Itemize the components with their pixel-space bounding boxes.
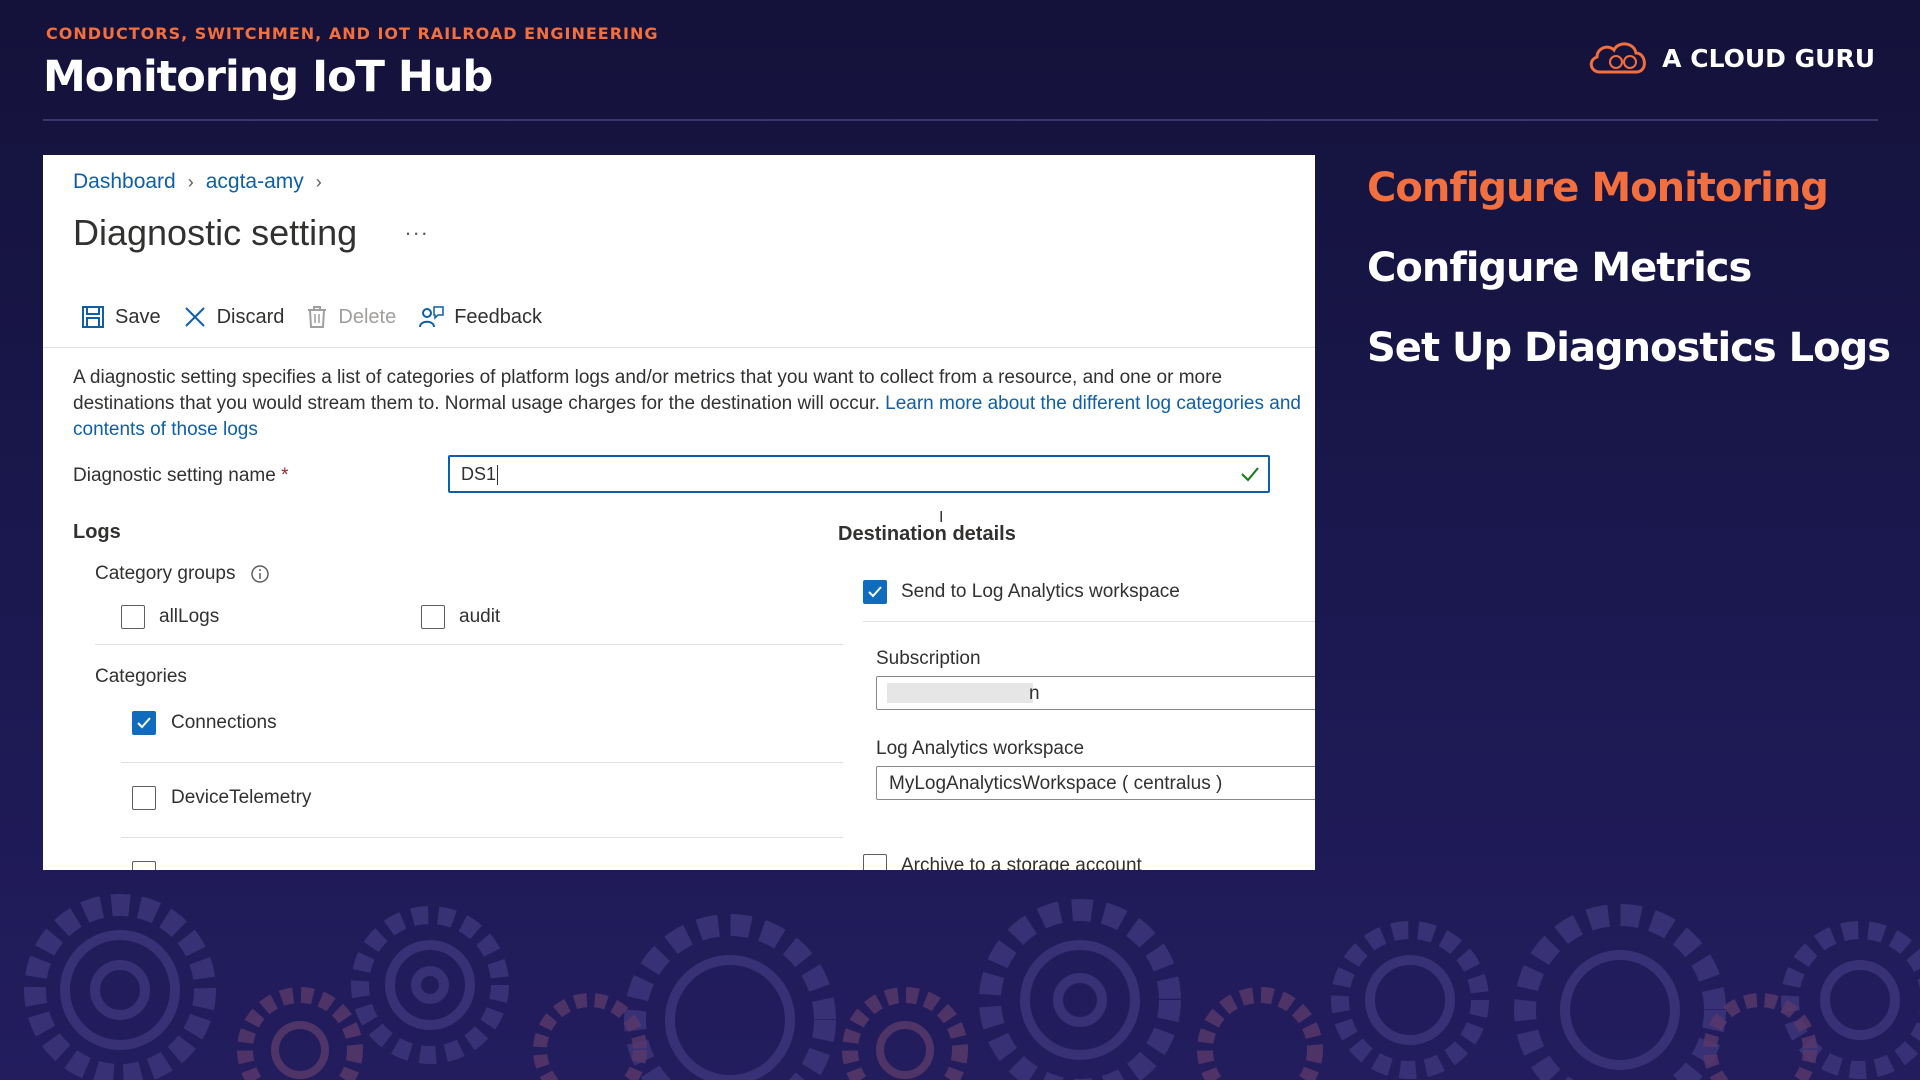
breadcrumb: Dashboard › acgta-amy ›	[73, 170, 322, 194]
connections-label: Connections	[171, 712, 277, 733]
destination-heading: Destination details	[838, 523, 1016, 545]
subscription-label: Subscription	[876, 648, 981, 669]
devicetelemetry-label: DeviceTelemetry	[171, 787, 312, 808]
breadcrumb-dashboard[interactable]: Dashboard	[73, 170, 176, 194]
setting-name-label: Diagnostic setting name *	[73, 465, 288, 487]
category-checkbox-partial[interactable]	[132, 861, 156, 870]
send-to-log-analytics-label: Send to Log Analytics workspace	[901, 581, 1180, 602]
devicetelemetry-checkbox[interactable]	[132, 786, 156, 810]
topic-configure-metrics: Configure Metrics	[1367, 245, 1752, 291]
course-label: CONDUCTORS, SWITCHMEN, AND IOT RAILROAD …	[46, 24, 659, 43]
chevron-right-icon: ›	[315, 171, 322, 192]
redacted-value	[887, 683, 1033, 703]
archive-label: Archive to a storage account	[901, 855, 1142, 870]
lesson-title: Monitoring IoT Hub	[43, 52, 493, 102]
setting-name-label-text: Diagnostic setting name	[73, 465, 276, 486]
category-groups-divider	[95, 644, 843, 645]
trash-icon	[308, 306, 327, 328]
info-icon[interactable]	[250, 564, 270, 584]
topic-list: Configure Monitoring Configure Metrics S…	[1367, 165, 1891, 405]
cloud-icon	[1590, 42, 1647, 74]
category-groups-label: Category groups	[95, 563, 236, 584]
alllogs-checkbox[interactable]	[121, 605, 145, 629]
setting-name-input[interactable]: DS1	[448, 455, 1270, 493]
chevron-right-icon: ›	[187, 171, 194, 192]
send-to-log-analytics-checkbox[interactable]	[863, 580, 887, 604]
command-bar: Save Discard Delete Feedback	[81, 305, 564, 329]
delete-label: Delete	[338, 305, 397, 328]
destination-divider	[863, 621, 1315, 622]
subscription-value: n	[1029, 683, 1040, 704]
feedback-button[interactable]: Feedback	[418, 305, 542, 329]
checkmark-icon	[1241, 467, 1259, 482]
feedback-icon	[419, 306, 444, 328]
brand-logo: A CLOUD GURU	[1586, 38, 1875, 78]
workspace-label: Log Analytics workspace	[876, 738, 1085, 759]
feedback-label: Feedback	[454, 305, 543, 328]
text-caret	[497, 465, 499, 486]
save-label: Save	[115, 305, 161, 328]
breadcrumb-resource[interactable]: acgta-amy	[206, 170, 304, 194]
connections-checkbox[interactable]	[132, 711, 156, 735]
description-text: A diagnostic setting specifies a list of…	[73, 365, 1303, 443]
topic-configure-monitoring: Configure Monitoring	[1367, 165, 1829, 211]
setting-name-text: DS1	[461, 464, 497, 484]
alllogs-label: allLogs	[159, 606, 220, 627]
brand-name: A CLOUD GURU	[1662, 43, 1875, 73]
audit-checkbox[interactable]	[421, 605, 445, 629]
category-row-divider	[121, 762, 843, 763]
close-icon	[184, 307, 205, 327]
azure-portal-blade: Dashboard › acgta-amy › Diagnostic setti…	[43, 155, 1315, 870]
page-title: Diagnostic setting	[73, 212, 358, 253]
categories-label: Categories	[95, 666, 187, 687]
workspace-value: MyLogAnalyticsWorkspace ( centralus )	[889, 773, 1223, 794]
audit-label: audit	[459, 606, 501, 627]
required-mark: *	[281, 465, 289, 486]
save-icon	[82, 306, 104, 328]
subscription-dropdown[interactable]: n	[876, 676, 1315, 710]
archive-checkbox[interactable]	[863, 854, 887, 870]
check-icon	[868, 586, 882, 598]
delete-button[interactable]: Delete	[306, 305, 396, 329]
topic-set-up-diagnostics-logs: Set Up Diagnostics Logs	[1367, 325, 1891, 371]
header-divider	[43, 119, 1878, 121]
more-options-icon[interactable]: ...	[405, 215, 429, 241]
save-button[interactable]: Save	[81, 305, 161, 329]
discard-label: Discard	[216, 305, 285, 328]
category-row-divider	[121, 837, 843, 838]
discard-button[interactable]: Discard	[183, 305, 285, 329]
logs-heading: Logs	[73, 521, 121, 543]
setting-name-value: DS1	[461, 464, 499, 486]
toolbar-divider	[43, 347, 1315, 348]
check-icon	[137, 717, 151, 729]
workspace-dropdown[interactable]: MyLogAnalyticsWorkspace ( centralus )	[876, 766, 1315, 800]
